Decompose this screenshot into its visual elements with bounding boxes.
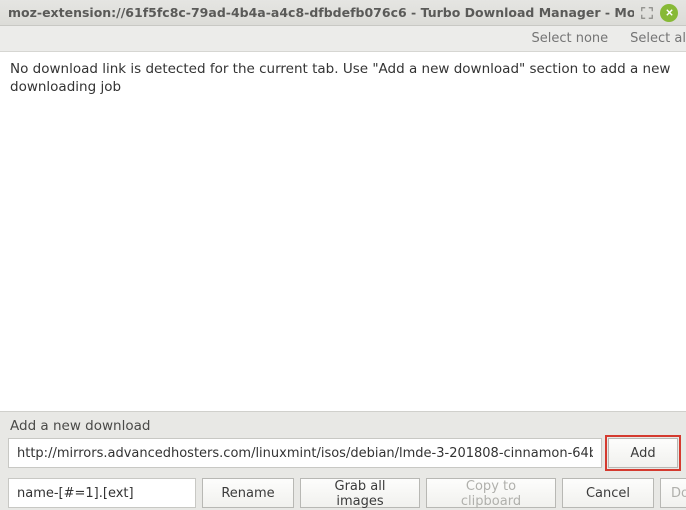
window-title: moz-extension://61f5fc8c-79ad-4b4a-a4c8-… <box>8 5 634 20</box>
expand-icon[interactable] <box>640 6 654 20</box>
app-body: Select none Select al No download link i… <box>0 26 686 510</box>
window-titlebar: moz-extension://61f5fc8c-79ad-4b4a-a4c8-… <box>0 0 686 26</box>
add-download-label: Add a new download <box>8 418 678 434</box>
add-download-section: Add a new download Add <box>0 412 686 472</box>
select-none-link[interactable]: Select none <box>532 31 609 46</box>
selection-toolbar: Select none Select al <box>0 26 686 52</box>
grab-images-button[interactable]: Grab all images <box>300 478 420 508</box>
download-list-area: No download link is detected for the cur… <box>0 52 686 412</box>
copy-clipboard-button[interactable]: Copy to clipboard <box>426 478 556 508</box>
rename-button[interactable]: Rename <box>202 478 294 508</box>
close-button[interactable] <box>660 4 678 22</box>
download-button[interactable]: Do <box>660 478 686 508</box>
rename-pattern-input[interactable] <box>8 478 196 508</box>
empty-state-message: No download link is detected for the cur… <box>10 60 676 96</box>
add-button[interactable]: Add <box>608 438 678 468</box>
download-url-input[interactable] <box>8 438 602 468</box>
select-all-link[interactable]: Select al <box>630 31 686 46</box>
bottom-toolbar: Rename Grab all images Copy to clipboard… <box>0 472 686 510</box>
cancel-button[interactable]: Cancel <box>562 478 654 508</box>
